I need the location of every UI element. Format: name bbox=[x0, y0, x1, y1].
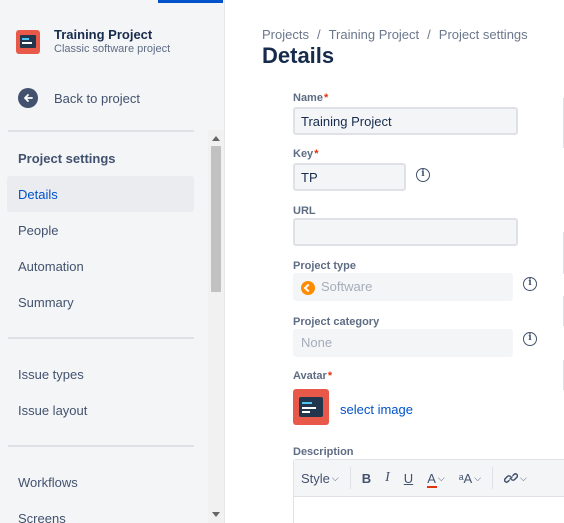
underline-button[interactable]: U bbox=[397, 464, 420, 492]
divider bbox=[8, 337, 194, 339]
sidebar-item-people[interactable]: People bbox=[7, 212, 194, 248]
top-accent-bar bbox=[158, 0, 223, 3]
sidebar-item-screens[interactable]: Screens bbox=[7, 500, 194, 523]
info-icon[interactable]: i bbox=[523, 277, 537, 291]
info-icon[interactable]: i bbox=[523, 332, 537, 346]
italic-button[interactable]: I bbox=[378, 464, 397, 492]
required-marker: * bbox=[323, 92, 329, 104]
project-name: Training Project bbox=[54, 27, 153, 42]
project-category-label: Project category bbox=[293, 316, 380, 328]
sidebar-item-summary[interactable]: Summary bbox=[7, 284, 194, 320]
chevron-down-icon: ⌵ bbox=[331, 472, 339, 483]
divider bbox=[8, 130, 194, 132]
breadcrumb-separator: / bbox=[316, 27, 321, 42]
sidebar-scrollbar[interactable] bbox=[208, 130, 224, 523]
name-label: Name* bbox=[293, 92, 329, 104]
scroll-up-arrow-icon[interactable] bbox=[212, 136, 220, 141]
scrollbar-thumb[interactable] bbox=[211, 146, 221, 292]
breadcrumb: Projects / Training Project / Project settin… bbox=[262, 27, 528, 42]
bold-button[interactable]: B bbox=[355, 464, 378, 492]
sidebar-item-issue-types[interactable]: Issue types bbox=[7, 356, 194, 392]
select-image-link[interactable]: select image bbox=[340, 402, 413, 417]
sidebar: Training Project Classic software projec… bbox=[0, 0, 225, 523]
link-button[interactable]: ⌵ bbox=[497, 464, 534, 492]
avatar-label: Avatar* bbox=[293, 370, 333, 382]
text-size-button[interactable]: ᵃA ⌵ bbox=[452, 464, 488, 492]
breadcrumb-project-settings[interactable]: Project settings bbox=[439, 27, 528, 42]
chevron-down-icon: ⌵ bbox=[520, 472, 527, 483]
key-field[interactable] bbox=[293, 163, 406, 191]
required-marker: * bbox=[314, 148, 319, 160]
project-type-subtitle: Classic software project bbox=[54, 43, 171, 55]
text-style-dropdown[interactable]: Style ⌵ bbox=[294, 464, 346, 492]
project-header: Training Project Classic software projec… bbox=[16, 26, 170, 56]
url-field[interactable] bbox=[293, 218, 518, 246]
page-title: Details bbox=[262, 43, 335, 68]
font-color-button[interactable]: A ⌵ bbox=[420, 464, 452, 492]
description-editor[interactable]: Style ⌵ B I U A ⌵ ᵃA ⌵ ⌵ bbox=[293, 459, 564, 523]
toolbar-divider bbox=[492, 467, 494, 489]
scroll-down-arrow-icon[interactable] bbox=[212, 512, 220, 517]
divider bbox=[8, 445, 194, 447]
toolbar-divider bbox=[349, 467, 351, 489]
project-avatar[interactable] bbox=[293, 389, 329, 425]
sidebar-item-details[interactable]: Details bbox=[7, 176, 194, 212]
main-content: Projects / Training Project / Project settin… bbox=[226, 0, 564, 523]
editor-toolbar: Style ⌵ B I U A ⌵ ᵃA ⌵ ⌵ bbox=[294, 460, 564, 497]
project-category-field[interactable]: None bbox=[293, 329, 513, 357]
url-label: URL bbox=[293, 205, 316, 217]
name-field[interactable] bbox=[293, 107, 518, 135]
key-label: Key* bbox=[293, 148, 319, 160]
project-avatar-icon bbox=[16, 30, 40, 54]
sidebar-section-title: Project settings bbox=[18, 151, 116, 166]
arrow-left-icon bbox=[18, 88, 38, 108]
chevron-down-icon: ⌵ bbox=[437, 472, 445, 483]
info-icon[interactable]: i bbox=[416, 168, 430, 182]
breadcrumb-training-project[interactable]: Training Project bbox=[329, 27, 420, 42]
sidebar-nav: Project settings Details People Automati… bbox=[0, 130, 224, 523]
breadcrumb-projects[interactable]: Projects bbox=[262, 27, 309, 42]
back-to-project-button[interactable]: Back to project bbox=[18, 88, 140, 108]
project-type-field: Software bbox=[293, 273, 513, 301]
sidebar-item-issue-layout[interactable]: Issue layout bbox=[7, 392, 194, 428]
link-icon bbox=[504, 473, 519, 483]
required-marker: * bbox=[327, 370, 333, 382]
project-type-label: Project type bbox=[293, 260, 356, 272]
sidebar-item-automation[interactable]: Automation bbox=[7, 248, 194, 284]
chevron-down-icon: ⌵ bbox=[474, 472, 482, 483]
back-to-project-label: Back to project bbox=[54, 90, 140, 106]
description-label: Description bbox=[293, 446, 354, 458]
sidebar-item-workflows[interactable]: Workflows bbox=[7, 464, 194, 500]
breadcrumb-separator: / bbox=[427, 27, 431, 42]
software-icon bbox=[301, 280, 315, 295]
